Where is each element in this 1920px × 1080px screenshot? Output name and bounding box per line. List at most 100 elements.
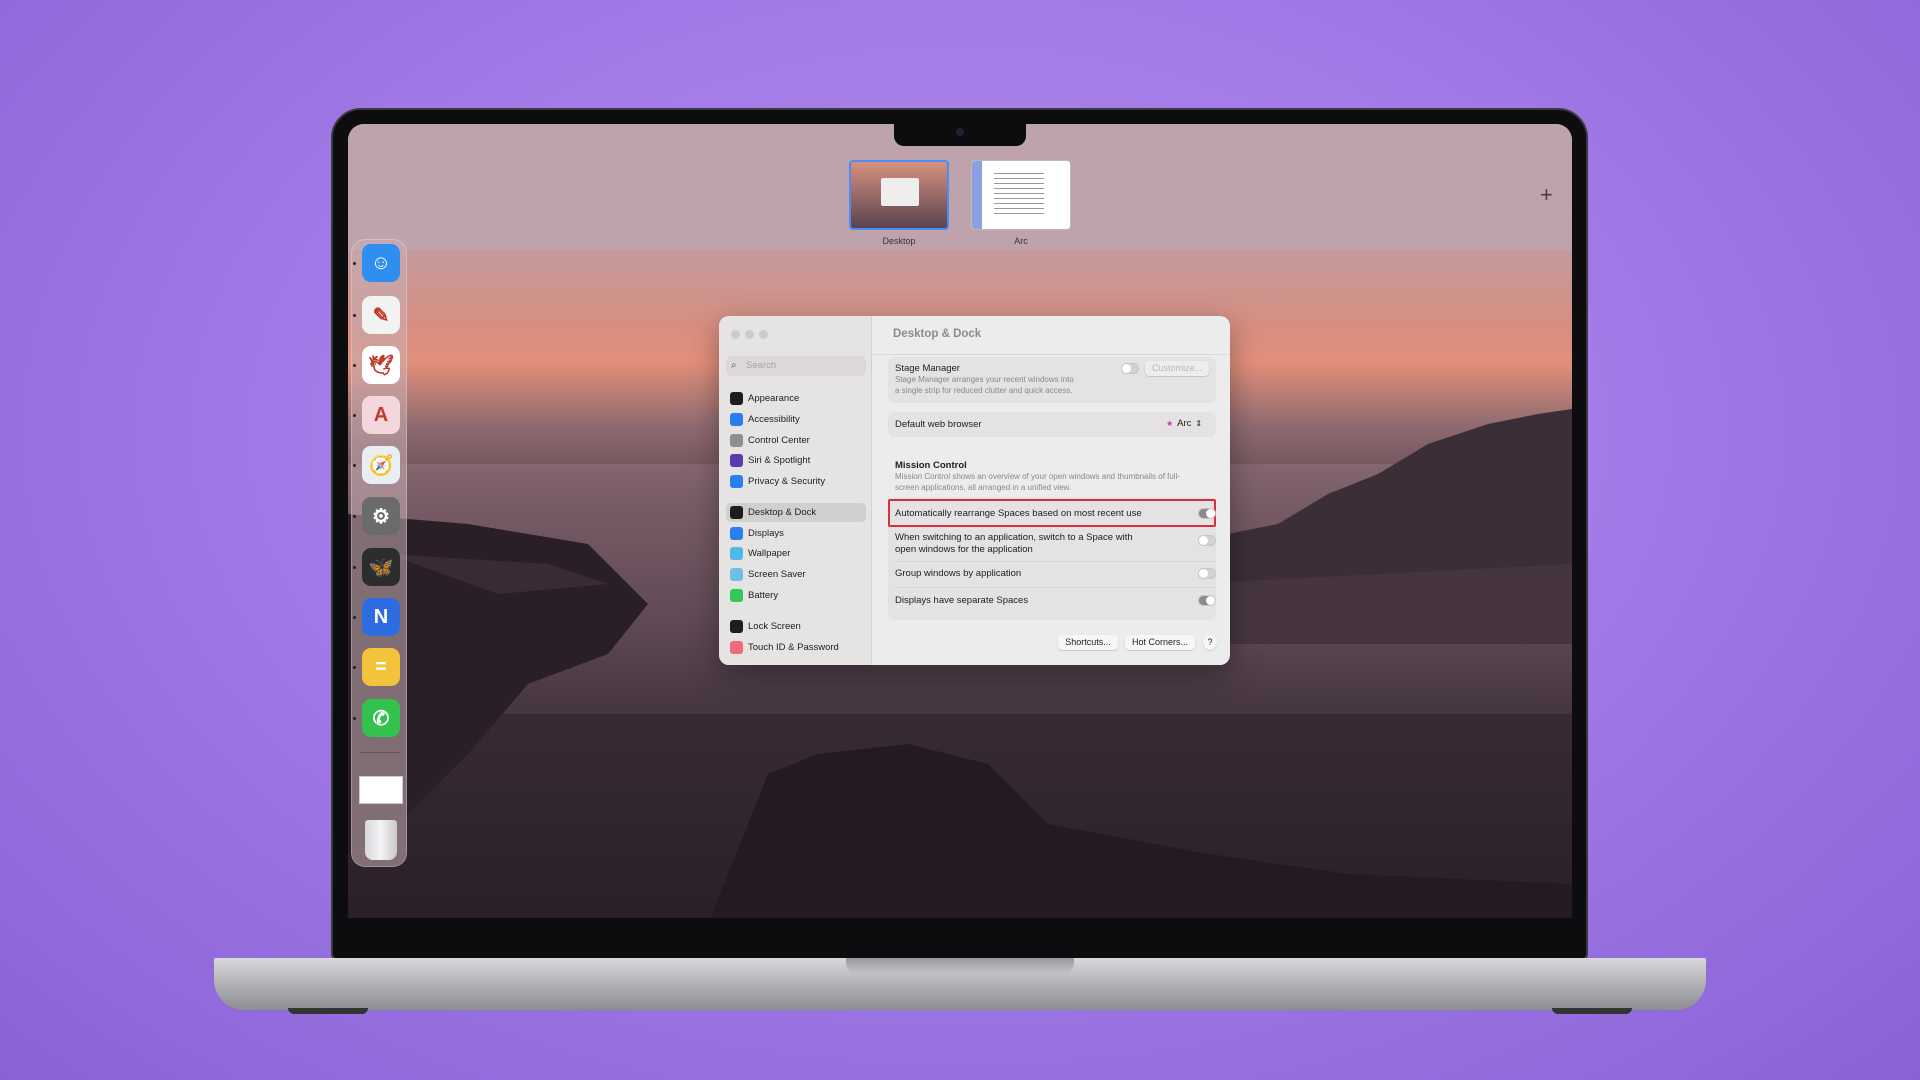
sidebar-item-privacy-security[interactable]: Privacy & Security xyxy=(726,472,866,491)
settings-sidebar: ⌕ Search Appearance Accessibility Control … xyxy=(719,316,872,665)
camera-icon xyxy=(956,128,964,136)
switch-space-toggle[interactable] xyxy=(1198,535,1216,546)
minimize-button[interactable] xyxy=(745,330,754,339)
running-indicator xyxy=(353,666,356,669)
sidebar-item-wallpaper[interactable]: Wallpaper xyxy=(726,544,866,563)
bird-icon[interactable]: 🕊 xyxy=(362,346,400,384)
running-indicator xyxy=(353,262,356,265)
thumbnail-text xyxy=(994,173,1044,217)
sidebar-item-appearance[interactable]: Appearance xyxy=(726,389,866,408)
title-divider xyxy=(872,354,1230,355)
close-button[interactable] xyxy=(731,330,740,339)
safari-icon[interactable]: 🧭 xyxy=(362,446,400,484)
running-indicator xyxy=(353,515,356,518)
sidebar-item-accessibility[interactable]: Accessibility xyxy=(726,410,866,429)
row-divider xyxy=(895,587,1215,588)
shortcuts-button[interactable]: Shortcuts... xyxy=(1058,635,1118,650)
control-center-icon xyxy=(730,434,743,447)
laptop-foot xyxy=(288,1008,368,1014)
plus-icon[interactable]: + xyxy=(1540,182,1553,208)
sidebar-item-label: Desktop & Dock xyxy=(748,507,817,518)
sidebar-item-label: Battery xyxy=(748,590,779,601)
mc-row-label: When switching to an application, switch… xyxy=(895,532,1133,555)
space-thumbnail-arc[interactable] xyxy=(971,160,1071,230)
arc-icon: ★ xyxy=(1166,419,1174,428)
screensaver-icon xyxy=(730,568,743,581)
separate-spaces-toggle[interactable] xyxy=(1198,595,1216,606)
dock-icon xyxy=(730,506,743,519)
laptop-foot xyxy=(1552,1008,1632,1014)
sidebar-item-touch-id-password[interactable]: Touch ID & Password xyxy=(726,638,866,657)
space-label: Desktop xyxy=(882,236,916,246)
thumbnail-window xyxy=(881,178,919,206)
mission-control-description: Mission Control shows an overview of you… xyxy=(895,472,1181,492)
help-button[interactable]: ? xyxy=(1203,635,1217,650)
n-icon[interactable]: N xyxy=(362,598,400,636)
sidebar-item-desktop-dock[interactable]: Desktop & Dock xyxy=(726,503,866,522)
battery-icon xyxy=(730,589,743,602)
whatsapp-icon[interactable]: ✆ xyxy=(362,699,400,737)
default-browser-select[interactable]: ★ Arc ⇕ xyxy=(1166,418,1202,429)
running-indicator xyxy=(353,566,356,569)
default-browser-label: Default web browser xyxy=(895,419,982,430)
app-glyph: ✎ xyxy=(372,304,390,327)
finder-icon[interactable]: ☺ xyxy=(362,244,400,282)
group-windows-toggle[interactable] xyxy=(1198,568,1216,579)
running-indicator xyxy=(353,414,356,417)
app-glyph: 🦋 xyxy=(368,556,394,579)
sidebar-item-label: Displays xyxy=(748,528,784,539)
hot-corners-button[interactable]: Hot Corners... xyxy=(1125,635,1195,650)
running-indicator xyxy=(353,314,356,317)
dock-separator xyxy=(360,752,400,753)
search-placeholder: Search xyxy=(746,360,777,371)
mc-row-label: Automatically rearrange Spaces based on … xyxy=(895,508,1142,519)
sidebar-item-lock-screen[interactable]: Lock Screen xyxy=(726,617,866,636)
thumbnail-sidebar xyxy=(972,161,982,229)
mc-row-label: Displays have separate Spaces xyxy=(895,595,1029,606)
stage-manager-toggle[interactable] xyxy=(1121,363,1139,374)
window-title: Desktop & Dock xyxy=(893,328,982,340)
appearance-icon xyxy=(730,392,743,405)
auto-rearrange-toggle[interactable] xyxy=(1198,508,1216,519)
gear-icon[interactable]: ⚙ xyxy=(362,497,400,535)
customize-button[interactable]: Customize... xyxy=(1145,361,1209,376)
row-divider xyxy=(895,561,1215,562)
pixelmator-icon[interactable]: ✎ xyxy=(362,296,400,334)
dock-document-thumbnail[interactable] xyxy=(359,776,403,804)
trash-icon[interactable] xyxy=(365,820,397,860)
app-glyph: = xyxy=(375,655,387,678)
app-glyph: N xyxy=(373,605,389,628)
search-input[interactable]: ⌕ Search xyxy=(726,356,866,376)
sidebar-item-displays[interactable]: Displays xyxy=(726,524,866,543)
sidebar-item-control-center[interactable]: Control Center xyxy=(726,431,866,450)
sidebar-item-label: Lock Screen xyxy=(748,621,801,632)
arc-icon[interactable]: A xyxy=(362,396,400,434)
system-settings-window: ⌕ Search Appearance Accessibility Control … xyxy=(719,316,1230,665)
hand-icon xyxy=(730,475,743,488)
sidebar-item-battery[interactable]: Battery xyxy=(726,586,866,605)
app-glyph: 🧭 xyxy=(368,454,394,477)
running-indicator xyxy=(353,364,356,367)
wallpaper-icon xyxy=(730,547,743,560)
sidebar-item-siri-spotlight[interactable]: Siri & Spotlight xyxy=(726,451,866,470)
zoom-button[interactable] xyxy=(759,330,768,339)
app-glyph: ✆ xyxy=(372,707,390,730)
space-thumbnail-desktop[interactable] xyxy=(849,160,949,230)
mc-row-label: Group windows by application xyxy=(895,568,1022,579)
stepper-chevron-icon: ⇕ xyxy=(1195,419,1203,428)
butterfly-icon[interactable]: 🦋 xyxy=(362,548,400,586)
sidebar-item-label: Siri & Spotlight xyxy=(748,455,811,466)
space-label: Arc xyxy=(1014,236,1028,246)
laptop-opening-notch xyxy=(846,958,1074,974)
running-indicator xyxy=(353,464,356,467)
stage-manager-label: Stage Manager xyxy=(895,363,960,374)
sidebar-item-label: Privacy & Security xyxy=(748,476,826,487)
displays-icon xyxy=(730,527,743,540)
sidebar-item-screen-saver[interactable]: Screen Saver xyxy=(726,565,866,584)
stage-manager-description: Stage Manager arranges your recent windo… xyxy=(895,375,1074,395)
app-glyph: ☺ xyxy=(370,251,392,274)
running-indicator xyxy=(353,616,356,619)
default-browser-value: Arc xyxy=(1177,418,1192,429)
accessibility-icon xyxy=(730,413,743,426)
calculator-icon[interactable]: = xyxy=(362,648,400,686)
